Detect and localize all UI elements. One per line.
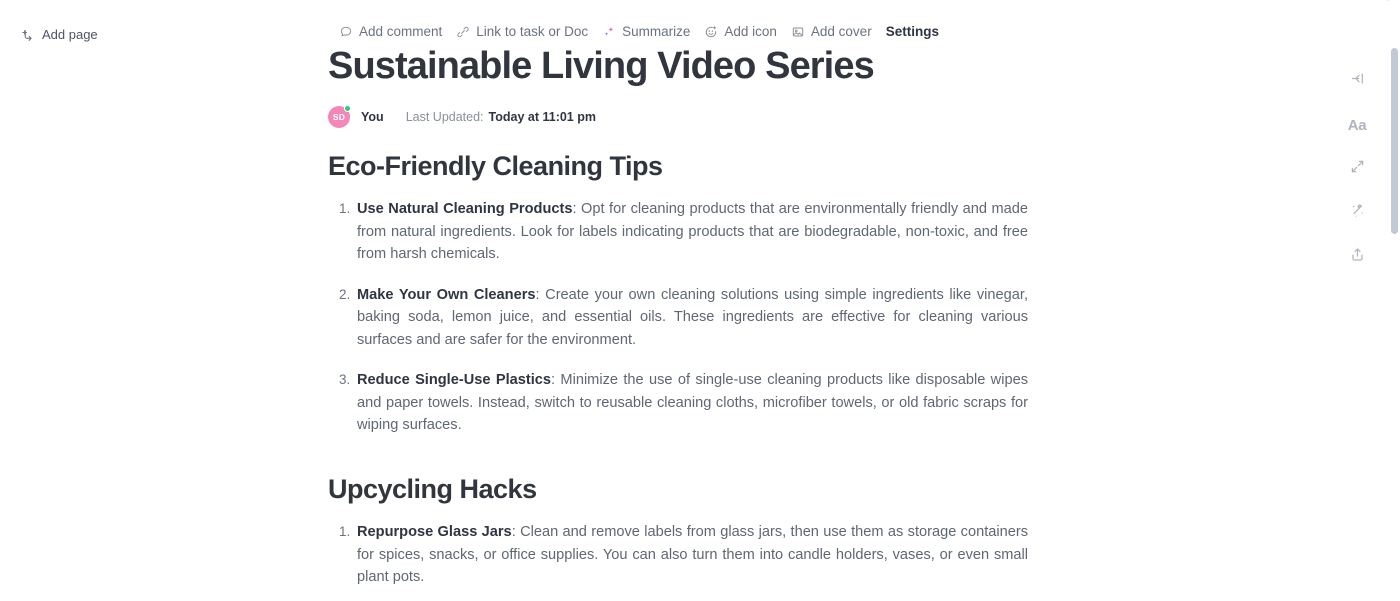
link-icon [456,25,470,39]
last-updated-label: Last Updated: [405,110,484,124]
section-heading[interactable]: Upcycling Hacks [328,473,1028,505]
magic-wand-button[interactable] [1338,194,1376,232]
collapse-panel-button[interactable] [1338,62,1376,100]
author-name: You [361,110,384,124]
avatar-online-status-dot [344,105,351,112]
avatar[interactable]: SD [328,105,351,128]
vertical-scrollbar-thumb[interactable] [1391,48,1398,234]
sparkle-ai-icon [602,25,616,39]
section-heading[interactable]: Eco-Friendly Cleaning Tips [328,150,1028,182]
list-item[interactable]: Repurpose Glass Jars: Clean and remove l… [354,521,1028,589]
list-item-term: Make Your Own Cleaners [357,286,536,303]
emoji-smiley-icon [704,25,718,39]
expand-width-icon [1349,158,1366,180]
document-toolbar: Add comment Link to task or Doc Summariz… [332,21,946,42]
add-page-button[interactable]: Add page [14,24,104,45]
section-upcycling-hacks: Upcycling Hacks Repurpose Glass Jars: Cl… [328,473,1028,601]
last-updated-value: Today at 11:01 pm [488,110,596,124]
add-page-icon [20,28,34,42]
share-upload-icon [1349,246,1366,268]
settings-label: Settings [885,24,939,39]
numbered-list: Use Natural Cleaning Products: Opt for c… [328,198,1028,437]
page-title[interactable]: Sustainable Living Video Series [328,44,1328,89]
add-comment-button[interactable]: Add comment [332,21,449,42]
add-cover-label: Add cover [810,24,872,39]
add-icon-button[interactable]: Add icon [697,21,784,42]
add-comment-label: Add comment [359,24,443,39]
list-item-term: Repurpose Glass Jars [357,524,512,541]
document-body: Eco-Friendly Cleaning Tips Use Natural C… [328,150,1028,601]
list-item[interactable]: Reduce Single-Use Plastics: Minimize the… [354,369,1028,437]
link-to-task-or-doc-label: Link to task or Doc [476,24,589,39]
list-item[interactable]: Use Natural Cleaning Products: Opt for c… [354,198,1028,266]
settings-button[interactable]: Settings [879,21,946,42]
vertical-scrollbar-track[interactable] [1389,0,1400,601]
add-page-label: Add page [42,27,98,42]
section-eco-friendly-cleaning-tips: Eco-Friendly Cleaning Tips Use Natural C… [328,150,1028,437]
link-to-task-or-doc-button[interactable]: Link to task or Doc [449,21,595,42]
image-icon [791,25,805,39]
right-sidebar: Aa [1338,0,1386,601]
list-item[interactable]: Make Your Own Cleaners: Create your own … [354,284,1028,352]
left-sidebar: Add page [0,0,296,601]
clickup-doc-page: Add page Add comment Link to task or Doc… [0,0,1400,601]
comment-icon [339,25,353,39]
summarize-label: Summarize [622,24,691,39]
magic-wand-icon [1349,202,1366,224]
collapse-panel-icon [1349,70,1366,92]
expand-width-button[interactable] [1338,150,1376,188]
numbered-list: Repurpose Glass Jars: Clean and remove l… [328,521,1028,601]
list-item-term: Reduce Single-Use Plastics [357,372,552,389]
text-style-aa-icon: Aa [1347,116,1367,134]
text-style-button[interactable]: Aa [1338,106,1376,144]
list-item-term: Use Natural Cleaning Products [357,201,573,218]
document-meta: SD You Last Updated: Today at 11:01 pm [328,105,596,128]
add-cover-button[interactable]: Add cover [784,21,879,42]
add-icon-label: Add icon [724,24,777,39]
document-area: Add comment Link to task or Doc Summariz… [296,0,1386,601]
share-button[interactable] [1338,238,1376,276]
summarize-button[interactable]: Summarize [595,21,697,42]
